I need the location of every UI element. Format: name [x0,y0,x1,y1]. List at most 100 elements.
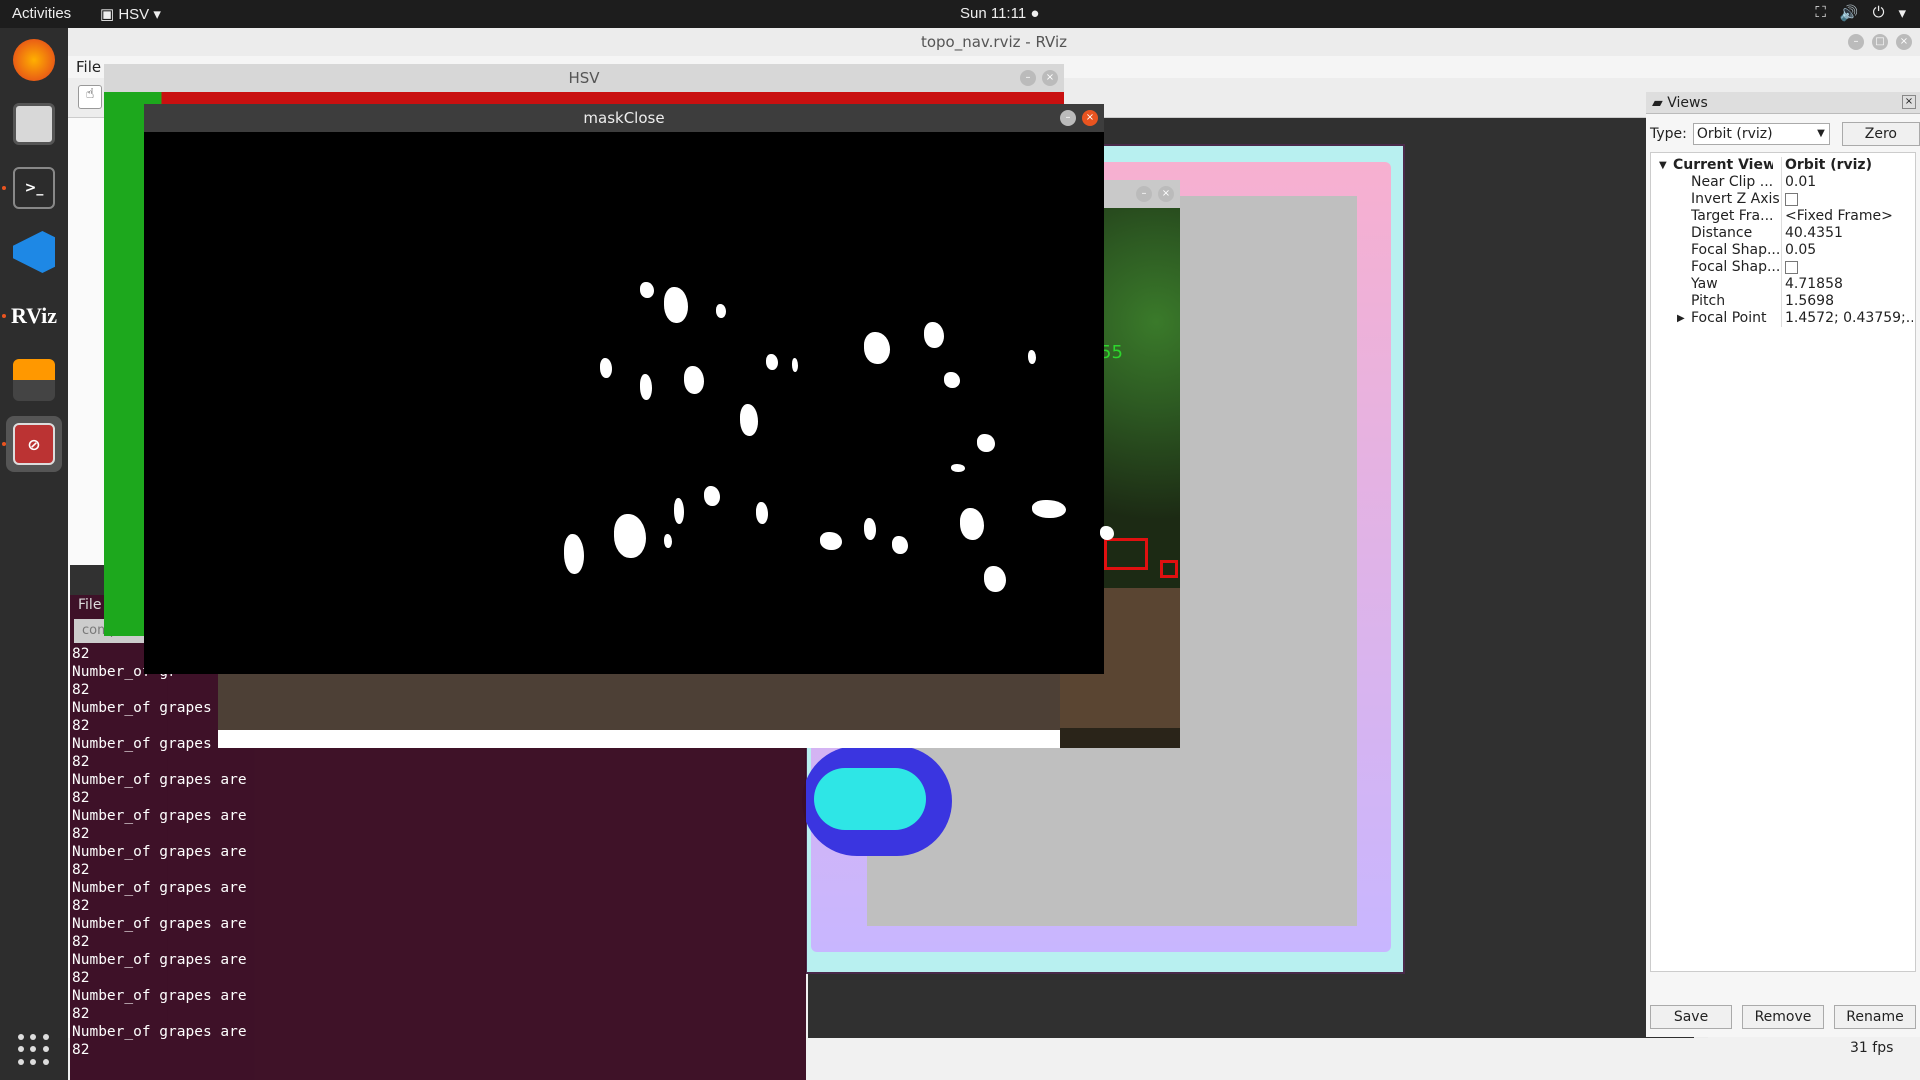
property-row[interactable]: ▶ Focal Point 1.4572; 0.43759;... [1651,310,1915,327]
clock[interactable]: Sun 11:11 ● [960,5,1039,22]
property-value[interactable] [1785,191,1913,208]
dock-rviz[interactable]: RViz [6,288,62,344]
property-row[interactable]: Near Clip ... 0.01 [1651,174,1915,191]
mask-blob [944,372,960,388]
activities-button[interactable]: Activities [12,5,71,22]
property-key: Invert Z Axis [1691,191,1780,207]
minimize-icon[interactable]: – [1136,186,1152,202]
dock-files[interactable] [6,96,62,152]
terminal-line: 82 [72,1042,90,1058]
minimize-icon[interactable]: – [1020,70,1036,86]
close-icon[interactable]: × [1896,34,1912,50]
dock-firefox[interactable] [6,32,62,88]
property-row[interactable]: Pitch 1.5698 [1651,293,1915,310]
mask-blob [892,536,908,554]
property-row[interactable]: Invert Z Axis [1651,191,1915,208]
remove-button[interactable]: Remove [1742,1005,1824,1029]
close-icon[interactable]: × [1082,110,1098,126]
terminal-line: Number_of grapes are [72,808,247,824]
property-key: Pitch [1691,293,1726,309]
property-key: Current View [1673,157,1773,173]
files-icon [13,103,55,145]
detection-box [1104,538,1148,570]
mask-blob [664,534,672,548]
dock-app[interactable]: ⊘ [6,416,62,472]
rviz-title: topo_nav.rviz - RViz [68,28,1920,56]
property-row[interactable]: Focal Shap... 0.05 [1651,242,1915,259]
mask-blob [766,354,778,370]
app-menu[interactable]: ▣ HSV ▾ [100,5,161,23]
terminal-line: 82 [72,790,90,806]
app-icon: ⊘ [13,423,55,465]
view-properties: ▼ Current View Orbit (rviz) Near Clip ... 0.… [1650,152,1916,972]
menu-file[interactable]: File [76,58,101,76]
property-value[interactable] [1785,259,1913,276]
property-row[interactable]: Yaw 4.71858 [1651,276,1915,293]
close-icon[interactable]: × [1158,186,1174,202]
property-value[interactable]: 0.01 [1785,174,1913,191]
property-row[interactable]: Distance 40.4351 [1651,225,1915,242]
mask-blob [704,486,720,506]
property-key: Yaw [1691,276,1718,292]
mask-blob [984,566,1006,592]
detection-box [1160,560,1178,578]
firefox-icon [13,39,55,81]
maskclose-window[interactable]: maskClose – × [144,104,1114,674]
property-row[interactable]: Target Fra... <Fixed Frame> [1651,208,1915,225]
mask-blob [864,332,890,364]
running-indicator [2,442,6,446]
dock-vscode[interactable] [6,224,62,280]
property-value[interactable]: Orbit (rviz) [1785,157,1913,174]
property-row[interactable]: Focal Shap... [1651,259,1915,276]
rename-button[interactable]: Rename [1834,1005,1916,1029]
property-value[interactable]: 40.4351 [1785,225,1913,242]
expand-down-icon[interactable]: ▼ [1659,157,1667,174]
property-checkbox[interactable] [1785,260,1798,274]
property-value[interactable]: 0.05 [1785,242,1913,259]
dock-sublime[interactable] [6,352,62,408]
terminal-line: Number_of grapes are [72,844,247,860]
vscode-icon [13,231,55,273]
view-type-select[interactable]: Orbit (rviz) ▼ [1692,123,1830,145]
dock: >_ RViz ⊘ [0,28,68,1080]
app-menu-label: HSV [118,6,150,23]
property-value[interactable]: 1.5698 [1785,293,1913,310]
hsv-title: HSV [104,64,1064,92]
mask-blob [664,287,688,323]
camera-icon: ▰ [1652,95,1663,111]
camera-window-controls: – × [1136,186,1174,202]
mask-blob [756,502,768,524]
terminal-line: Number_of grapes are [72,988,247,1004]
chevron-down-icon: ▼ [1817,128,1825,139]
minimize-icon[interactable]: – [1848,34,1864,50]
property-key: Target Fra... [1691,208,1774,224]
terminal-icon: >_ [13,167,55,209]
property-key: Focal Shap... [1691,259,1781,275]
maximize-icon[interactable]: □ [1872,34,1888,50]
minimize-icon[interactable]: – [1060,110,1076,126]
mask-blob [820,532,842,550]
property-value[interactable]: <Fixed Frame> [1785,208,1913,225]
rviz-window-controls: – □ × [1848,34,1912,50]
save-button[interactable]: Save [1650,1005,1732,1029]
property-value[interactable]: 4.71858 [1785,276,1913,293]
close-icon[interactable]: × [1902,95,1916,109]
views-title: Views [1667,95,1708,111]
property-checkbox[interactable] [1785,192,1798,206]
terminal-line: Number_of grapes are [72,952,247,968]
mask-blob [864,518,876,540]
property-value[interactable]: 1.4572; 0.43759;... [1785,310,1913,327]
zero-button[interactable]: Zero [1841,122,1920,146]
show-apps-icon[interactable] [18,1034,50,1066]
terminal-menu-file[interactable]: File [78,597,101,613]
rviz-icon: RViz [10,303,58,328]
expand-right-icon[interactable]: ▶ [1677,310,1685,327]
mask-blob [684,366,704,394]
dock-terminal[interactable]: >_ [6,160,62,216]
terminal-line: 82 [72,862,90,878]
system-tray[interactable]: ⛶ 🔊 ⏻ ▾ [1815,4,1906,22]
property-row[interactable]: ▼ Current View Orbit (rviz) [1651,157,1915,174]
interact-tool-icon[interactable]: ☝ [78,85,102,109]
terminal-line: 82 [72,934,90,950]
close-icon[interactable]: × [1042,70,1058,86]
